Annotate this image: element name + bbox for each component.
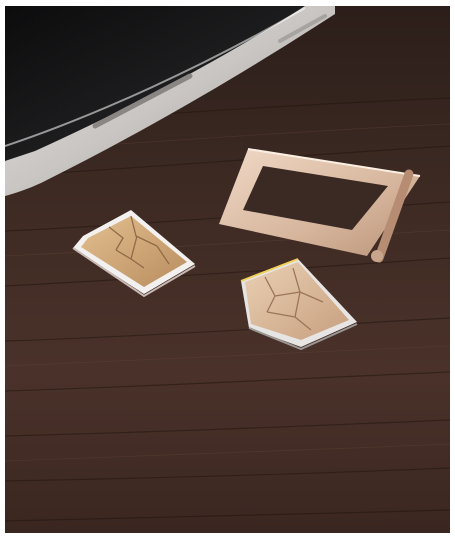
photo: [5, 6, 450, 533]
image-frame: [0, 0, 455, 539]
